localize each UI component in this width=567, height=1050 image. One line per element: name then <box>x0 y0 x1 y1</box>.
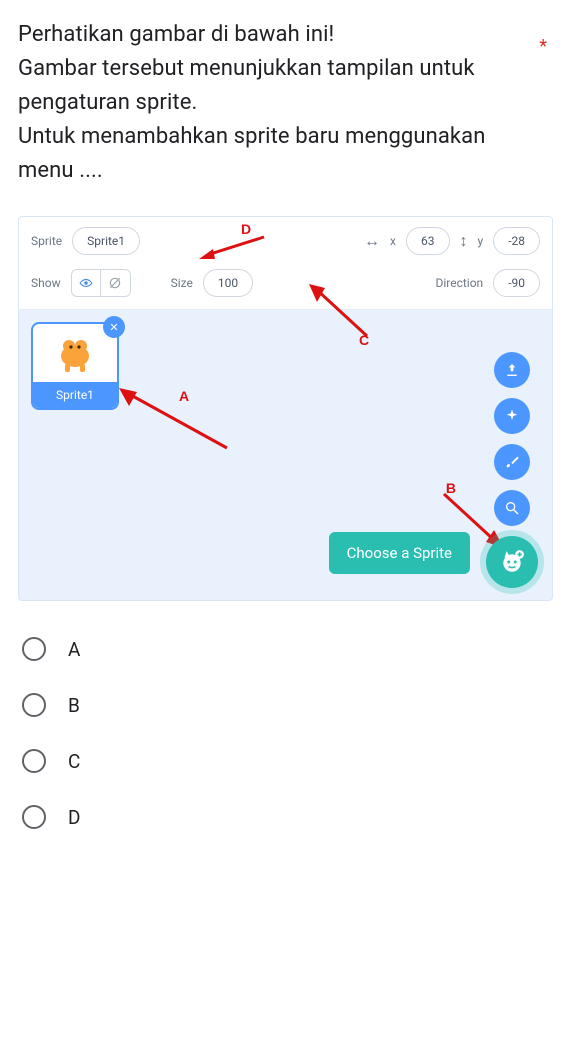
search-icon <box>504 500 520 516</box>
close-icon: ✕ <box>109 321 118 334</box>
question-line-2: Gambar tersebut menunjukkan tampilan unt… <box>18 52 535 120</box>
paint-sprite-button[interactable] <box>494 444 530 480</box>
arrow-c <box>307 284 377 344</box>
x-label: x <box>390 234 396 248</box>
arrow-a <box>115 386 235 456</box>
option-label: C <box>68 750 80 773</box>
add-sprite-menu <box>486 352 538 588</box>
y-arrows-icon: ↕ <box>460 231 468 251</box>
question-line-3: Untuk menambahkan sprite baru menggunaka… <box>18 120 535 188</box>
radio-icon <box>22 637 46 661</box>
sprite-label: Sprite <box>31 234 62 248</box>
x-arrows-icon: ↔ <box>364 231 380 251</box>
sparkle-icon <box>504 408 520 424</box>
brush-icon <box>504 454 520 470</box>
option-d[interactable]: D <box>18 789 553 845</box>
cat-icon <box>53 332 97 374</box>
radio-icon <box>22 749 46 773</box>
eye-icon <box>79 276 93 290</box>
sprite-settings-figure: D Sprite Sprite1 ↔ x 63 ↕ y -28 Show <box>18 216 553 601</box>
delete-sprite-button[interactable]: ✕ <box>103 316 125 338</box>
surprise-sprite-button[interactable] <box>494 398 530 434</box>
eye-off-icon <box>108 276 122 290</box>
cat-add-icon <box>499 549 525 575</box>
add-sprite-fab[interactable] <box>486 536 538 588</box>
option-a[interactable]: A <box>18 621 553 677</box>
sprite-name-field[interactable]: Sprite1 <box>72 227 140 255</box>
choose-sprite-tooltip: Choose a Sprite <box>329 532 470 574</box>
size-value-field[interactable]: 100 <box>203 269 253 297</box>
option-label: B <box>68 694 80 717</box>
question-line-1: Perhatikan gambar di bawah ini! <box>18 18 535 52</box>
radio-icon <box>22 805 46 829</box>
arrow-d <box>199 235 269 261</box>
option-label: A <box>68 638 80 661</box>
upload-icon <box>504 362 520 378</box>
x-value-field[interactable]: 63 <box>406 227 450 255</box>
option-label: D <box>68 806 80 829</box>
question-text: Perhatikan gambar di bawah ini! Gambar t… <box>18 18 553 188</box>
direction-label: Direction <box>435 276 483 290</box>
answer-options: A B C D <box>18 621 553 845</box>
option-c[interactable]: C <box>18 733 553 789</box>
radio-icon <box>22 693 46 717</box>
show-hidden-button[interactable] <box>101 269 131 297</box>
size-label: Size <box>171 276 193 290</box>
show-visible-button[interactable] <box>71 269 101 297</box>
show-label: Show <box>31 276 61 290</box>
option-b[interactable]: B <box>18 677 553 733</box>
y-label: y <box>478 234 484 248</box>
sprite-tile-name: Sprite1 <box>33 382 117 408</box>
sprite-tile[interactable]: ✕ Sprite1 <box>31 322 119 410</box>
direction-value-field[interactable]: -90 <box>493 269 540 297</box>
search-sprite-button[interactable] <box>494 490 530 526</box>
y-value-field[interactable]: -28 <box>493 227 540 255</box>
upload-sprite-button[interactable] <box>494 352 530 388</box>
